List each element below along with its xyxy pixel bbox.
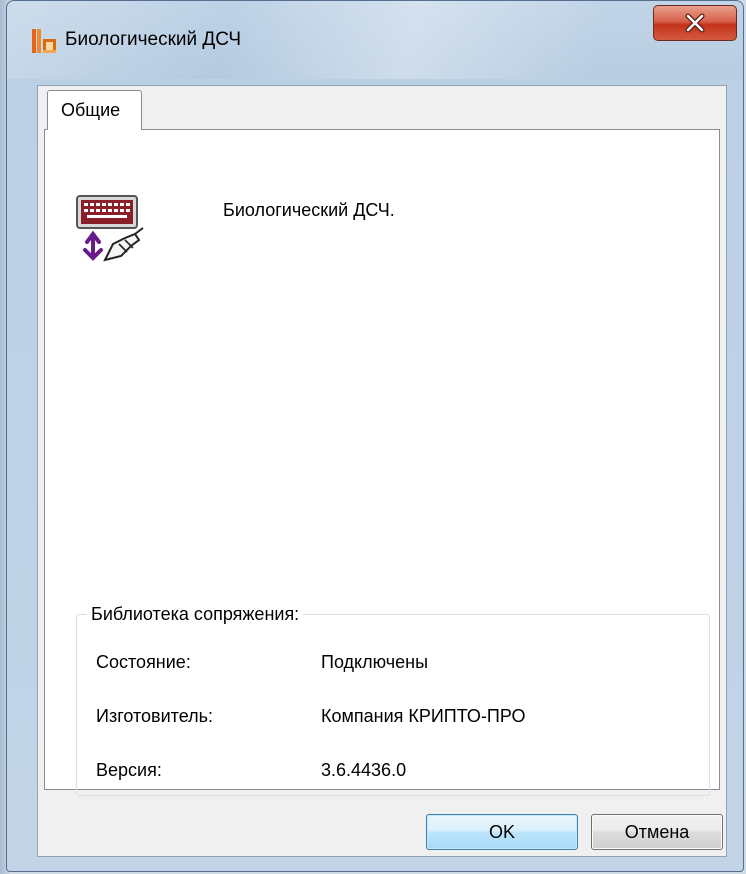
keyboard-mouse-rng-icon bbox=[76, 195, 144, 262]
window-title: Биологический ДСЧ bbox=[65, 29, 242, 50]
interface-library-title: Библиотека сопряжения: bbox=[87, 604, 304, 625]
ok-button[interactable]: OK bbox=[426, 814, 578, 850]
cancel-button[interactable]: Отмена bbox=[591, 814, 723, 850]
manufacturer-value: Компания КРИПТО-ПРО bbox=[321, 706, 526, 726]
close-x-icon bbox=[685, 13, 705, 33]
tab-general-label: Общие bbox=[61, 100, 121, 120]
close-button[interactable] bbox=[653, 5, 737, 41]
properties-dialog: Биологический ДСЧ Общие Биологический ДС… bbox=[6, 0, 744, 872]
tab-general[interactable]: Общие bbox=[47, 90, 142, 130]
cryptopro-icon bbox=[32, 29, 56, 53]
version-label: Версия: bbox=[96, 760, 162, 780]
status-label: Состояние: bbox=[96, 652, 191, 672]
manufacturer-label: Изготовитель: bbox=[96, 706, 213, 726]
title-bar[interactable]: Биологический ДСЧ bbox=[7, 1, 743, 79]
dialog-client-area: Общие Биологический ДСЧ. Библиотека сопр… bbox=[37, 85, 727, 857]
status-value: Подключены bbox=[321, 652, 429, 672]
version-value: 3.6.4436.0 bbox=[321, 760, 407, 780]
device-name: Биологический ДСЧ. bbox=[223, 200, 395, 220]
